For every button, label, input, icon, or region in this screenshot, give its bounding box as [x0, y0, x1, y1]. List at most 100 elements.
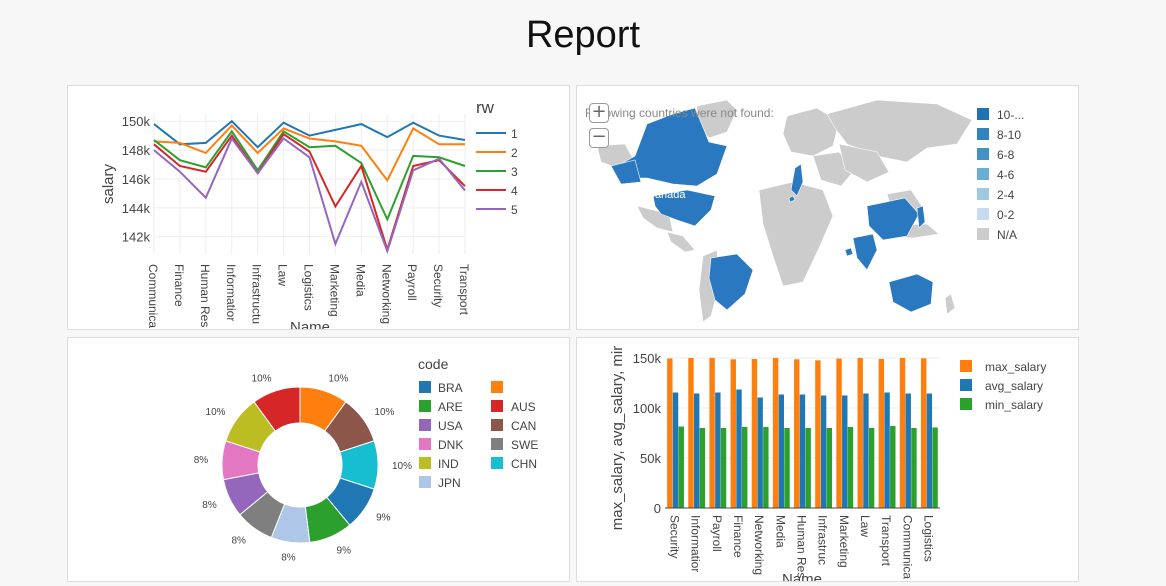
x-tick-label: Human Res: [795, 515, 809, 578]
map-legend-label: 4-6: [997, 168, 1015, 182]
x-tick-label: Media: [353, 264, 367, 297]
x-tick-label: Transport: [879, 515, 893, 567]
y-tick-label: 150k: [122, 114, 151, 129]
donut-slice-label: 10%: [206, 407, 226, 418]
page-title: Report: [525, 14, 641, 56]
bar-chart[interactable]: 0 50k 100k 150k Security Informatior Payroll Fi…: [577, 338, 1079, 582]
x-tick-label: Media: [773, 515, 787, 548]
donut-slice-label: 8%: [281, 552, 296, 563]
legend-label: DNK: [438, 438, 463, 452]
bar-min_salary: [932, 427, 938, 508]
bar-avg_salary: [715, 392, 721, 508]
map-panel: Canada 10-... 8-10 6-8 4-6 2-4 0-2 N/A Followi…: [576, 85, 1079, 330]
x-axis-label: Name: [290, 319, 330, 330]
bar-avg_salary: [693, 393, 700, 508]
bar-max_salary: [751, 359, 758, 508]
bar-avg_salary: [905, 393, 911, 508]
x-tick-label: Payroll: [405, 264, 419, 301]
bar-min_salary: [805, 428, 811, 508]
bar-avg_salary: [926, 393, 933, 508]
legend-label: avg_salary: [985, 379, 1043, 393]
bar-max_salary: [709, 358, 715, 508]
legend-swatch: [419, 457, 431, 469]
legend-label: ARE: [438, 400, 463, 414]
x-tick-label: Finance: [172, 264, 186, 307]
bar-max_salary: [772, 358, 779, 508]
bar-min_salary: [678, 426, 684, 508]
bar-min_salary: [826, 428, 833, 508]
legend-swatch: [491, 438, 503, 450]
zoom-out-button[interactable]: −: [589, 128, 609, 148]
y-tick-label: 100k: [633, 401, 662, 416]
bar-max_salary: [857, 358, 863, 508]
map-legend-swatch: [977, 108, 989, 120]
donut-slice-label: 8%: [231, 535, 246, 546]
bar-max_salary: [899, 358, 906, 508]
legend-label: CHN: [511, 457, 537, 471]
central-america: [666, 231, 696, 253]
map-legend-swatch: [977, 128, 989, 140]
legend-swatch: [419, 400, 431, 412]
x-tick-label: Logistics: [921, 515, 935, 562]
bar-avg_salary: [842, 395, 848, 508]
map-legend-label: 8-10: [997, 128, 1021, 142]
x-tick-label: Networking: [752, 515, 766, 575]
map-country-label: Canada: [647, 189, 686, 201]
bar-max_salary: [920, 358, 927, 508]
x-tick-label: Logistics: [302, 264, 316, 311]
bar-max_salary: [794, 359, 800, 508]
map-legend-swatch: [977, 228, 989, 240]
country-australia: [888, 273, 934, 313]
y-tick-label: 146k: [122, 172, 151, 187]
legend-swatch: [960, 360, 972, 372]
bar-max_salary: [836, 358, 842, 508]
y-axis-label: max_salary, avg_salary, mir: [609, 346, 626, 531]
map-legend-swatch: [977, 188, 989, 200]
y-tick-label: 148k: [122, 143, 151, 158]
donut-slice-label: 10%: [328, 374, 348, 385]
x-tick-label: Communica: [146, 264, 160, 328]
y-tick-label: 50k: [640, 451, 661, 466]
map-not-found-message: Following countries were not found:: [585, 106, 774, 120]
x-tick-label: Communica: [900, 515, 914, 579]
x-tick-label: Informatior: [689, 515, 703, 572]
legend-label: JPN: [438, 476, 461, 490]
legend-title: code: [418, 356, 449, 372]
y-axis-label: salary: [100, 163, 117, 204]
donut-chart[interactable]: 10% 10% 10% 9% 9% 8% 8% 8% 8% 10% 10% code BRA ARE USA…: [68, 338, 570, 582]
x-tick-label: Infrastructu: [250, 264, 264, 324]
line-chart[interactable]: 142k 144k 146k 148k 150k Communica Finance Huma…: [68, 86, 570, 330]
legend-label: 5: [511, 203, 518, 217]
world-map[interactable]: Canada 10-... 8-10 6-8 4-6 2-4 0-2 N/A: [577, 86, 1079, 330]
bar-min_salary: [868, 428, 875, 508]
legend-swatch: [491, 400, 503, 412]
x-tick-label: Transport: [457, 264, 471, 316]
legend-label: 4: [511, 184, 518, 198]
x-tick-label: Security: [431, 264, 445, 307]
bar-avg_salary: [672, 392, 679, 508]
legend-label: 1: [511, 127, 518, 141]
legend-swatch: [491, 419, 503, 431]
donut-slice-label: 8%: [202, 500, 217, 511]
donut-slice-label: 10%: [252, 374, 272, 385]
legend-swatch: [491, 457, 503, 469]
bar-min_salary: [720, 428, 727, 508]
legend-label: USA: [438, 419, 463, 433]
africa: [758, 181, 834, 287]
y-tick-label: 142k: [122, 230, 151, 245]
zoom-in-button[interactable]: +: [589, 103, 609, 123]
new-zealand: [944, 293, 956, 315]
donut-slice-label: 8%: [194, 455, 209, 466]
x-axis-label: Name: [782, 571, 822, 582]
bar-max_salary: [667, 358, 673, 508]
country-uae: [844, 247, 854, 257]
x-tick-label: Networking: [379, 264, 393, 324]
y-tick-label: 150k: [633, 351, 662, 366]
bar-min_salary: [847, 427, 854, 508]
legend-swatch: [491, 381, 503, 393]
bar-chart-panel: 0 50k 100k 150k Security Informatior Payroll Fi…: [576, 337, 1079, 582]
legend-label: 3: [511, 165, 518, 179]
map-legend-label: 10-...: [997, 108, 1024, 122]
legend-label: max_salary: [985, 360, 1046, 374]
map-legend-label: 6-8: [997, 148, 1015, 162]
